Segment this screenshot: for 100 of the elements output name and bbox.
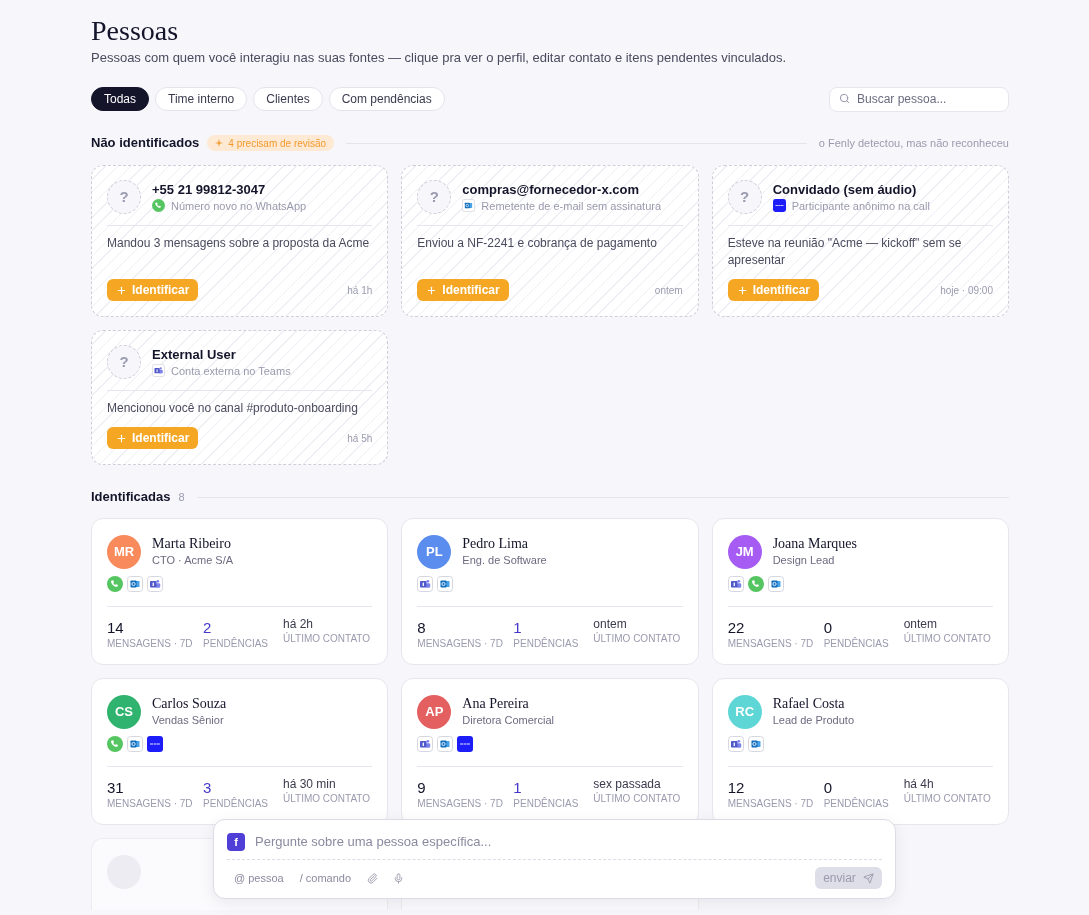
- stat-label: ÚLTIMO CONTATO: [903, 632, 992, 645]
- stat-value: 31: [107, 779, 125, 797]
- stat-label: MENSAGENS · 7D: [727, 637, 815, 650]
- unknown-avatar: ?: [107, 180, 141, 214]
- filter-tab[interactable]: Clientes: [253, 86, 323, 111]
- stat-label: ÚLTIMO CONTATO: [593, 632, 682, 645]
- person-role: CTO · Acme S/A: [152, 553, 234, 568]
- unidentified-card[interactable]: ? Convidado (sem áudio) Participante anônimo na call Esteve na reunião "Acme — kickoff" sem se apresentar Identificar hoje · 09:00: [711, 165, 1009, 317]
- stat-label: MENSAGENS · 7D: [107, 637, 194, 650]
- review-count-text: 4 precisam de revisão: [228, 136, 327, 151]
- people-tile-icon: [152, 364, 165, 377]
- time-label: há 1h: [347, 283, 373, 298]
- unidentified-card[interactable]: ? +55 21 99812-3047 Número novo no WhatsApp Mandou 3 mensagens sobre a proposta da Acme Identificar há 1h: [91, 165, 389, 317]
- people-tile-icon: [417, 736, 434, 752]
- person-role: Diretora Comercial: [462, 713, 555, 728]
- meeting-tile-icon: [147, 736, 163, 752]
- people-count: 8: [178, 489, 185, 505]
- page-title: Pessoas: [91, 14, 180, 48]
- composer-tool[interactable]: / comando: [293, 867, 358, 889]
- contact-name: compras@fornecedor-x.com: [462, 180, 640, 198]
- message-input[interactable]: Pergunte sobre uma pessoa específica...: [255, 833, 882, 851]
- person-name: Carlos Souza: [152, 696, 227, 712]
- search-icon: [839, 93, 850, 104]
- contact-name: +55 21 99812-3047: [152, 180, 267, 198]
- stat-label: ÚLTIMO CONTATO: [593, 792, 682, 805]
- stat-label: ÚLTIMO CONTATO: [283, 792, 372, 805]
- stat-value: 1: [513, 779, 523, 797]
- last-contact-value: ontem: [593, 617, 628, 632]
- plus-icon: [426, 284, 438, 296]
- paperclip-icon: [366, 872, 378, 884]
- search-field[interactable]: Buscar pessoa...: [829, 86, 1009, 112]
- activity-description: Esteve na reunião "Acme — kickoff" sem se apresentar: [727, 235, 963, 269]
- people-tile-icon: [727, 576, 744, 592]
- phone-circle-icon: [107, 576, 123, 592]
- person-card[interactable]: CS Carlos Souza Vendas Sênior 31 MENSAGENS · 7D 3 PENDÊNCIAS há 30 min ÚLTIMO CONTATO: [91, 678, 389, 825]
- person-role: Eng. de Software: [462, 553, 547, 568]
- stat-value: 9: [417, 779, 427, 797]
- person-card[interactable]: JM Joana Marques Design Lead 22 MENSAGENS · 7D 0 PENDÊNCIAS ontem ÚLTIMO CONTATO: [711, 518, 1009, 665]
- unknown-avatar: ?: [417, 180, 452, 214]
- activity-description: Mencionou você no canal #produto-onboarding: [107, 400, 359, 417]
- people-tile-icon: [147, 576, 163, 592]
- person-role: Lead de Produto: [772, 713, 854, 728]
- person-name: Ana Pereira: [462, 696, 530, 712]
- mail-tile-icon: [437, 736, 454, 752]
- stat-value: 0: [823, 619, 833, 637]
- plus-icon: [736, 284, 748, 296]
- time-label: hoje · 09:00: [940, 283, 993, 298]
- composer-tool[interactable]: @ pessoa: [228, 867, 290, 889]
- source-label: Número novo no WhatsApp: [171, 198, 307, 214]
- avatar-initials: MR: [107, 535, 141, 569]
- person-name: Joana Marques: [772, 536, 858, 552]
- source-label: Remetente de e-mail sem assinatura: [481, 198, 662, 214]
- stat-label: MENSAGENS · 7D: [417, 797, 504, 810]
- stat-label: PENDÊNCIAS: [513, 797, 580, 810]
- avatar-initials: CS: [107, 695, 141, 729]
- person-card[interactable]: MR Marta Ribeiro CTO · Acme S/A 14 MENSAGENS · 7D 2 PENDÊNCIAS há 2h ÚLTIMO CONTATO: [91, 518, 389, 665]
- unidentified-card[interactable]: ? External User Conta externa no Teams Mencionou você no canal #produto-onboarding Identificar há 5h: [91, 330, 389, 465]
- unidentified-card[interactable]: ? compras@fornecedor-x.com Remetente de e-mail sem assinatura Enviou a NF-2241 e cobrança de pagamento Identificar ontem: [401, 165, 699, 317]
- stat-value: 2: [203, 619, 213, 637]
- stat-value: 0: [823, 779, 833, 797]
- stat-label: PENDÊNCIAS: [823, 797, 890, 810]
- mail-tile-icon: [462, 199, 476, 212]
- contact-name: Convidado (sem áudio): [772, 180, 918, 198]
- phone-circle-icon: [107, 736, 123, 752]
- microphone-icon: [392, 872, 404, 884]
- mail-tile-icon: [747, 736, 764, 752]
- person-card[interactable]: RC Rafael Costa Lead de Produto 12 MENSAGENS · 7D 0 PENDÊNCIAS há 4h ÚLTIMO CONTATO: [711, 678, 1009, 825]
- plus-icon: [116, 284, 127, 296]
- last-contact-value: há 2h: [283, 617, 315, 632]
- mail-tile-icon: [437, 576, 454, 592]
- stat-value: 8: [417, 619, 427, 637]
- time-label: ontem: [654, 283, 683, 298]
- section-title: Identificadas: [91, 488, 171, 507]
- last-contact-value: sex passada: [593, 777, 662, 792]
- section-title: Não identificados: [91, 134, 200, 153]
- avatar-initials: AP: [417, 695, 452, 729]
- people-tile-icon: [417, 576, 434, 592]
- filter-tab[interactable]: Com pendências: [328, 86, 445, 111]
- filter-tab[interactable]: Todas: [91, 86, 150, 111]
- stat-value: 1: [513, 619, 523, 637]
- activity-description: Enviou a NF-2241 e cobrança de pagamento: [417, 235, 658, 252]
- person-card[interactable]: PL Pedro Lima Eng. de Software 8 MENSAGENS · 7D 1 PENDÊNCIAS ontem ÚLTIMO CONTATO: [401, 518, 699, 665]
- send-icon: [862, 872, 874, 884]
- meeting-tile-icon: [457, 736, 474, 752]
- unknown-avatar: ?: [727, 180, 762, 214]
- contact-name: External User: [152, 345, 237, 363]
- stat-label: PENDÊNCIAS: [203, 637, 269, 650]
- source-label: Conta externa no Teams: [171, 363, 291, 379]
- stat-label: MENSAGENS · 7D: [107, 797, 194, 810]
- stat-label: PENDÊNCIAS: [823, 637, 890, 650]
- filter-tab[interactable]: Time interno: [155, 86, 248, 111]
- stat-label: ÚLTIMO CONTATO: [283, 632, 372, 645]
- last-contact-value: ontem: [903, 617, 938, 632]
- person-role: Design Lead: [772, 553, 836, 568]
- avatar-initials: RC: [727, 695, 762, 729]
- activity-description: Mandou 3 mensagens sobre a proposta da Acme: [107, 235, 371, 252]
- avatar-initials: PL: [417, 535, 452, 569]
- person-name: Marta Ribeiro: [152, 536, 232, 552]
- people-tile-icon: [727, 736, 744, 752]
- app-logo: f: [227, 833, 245, 851]
